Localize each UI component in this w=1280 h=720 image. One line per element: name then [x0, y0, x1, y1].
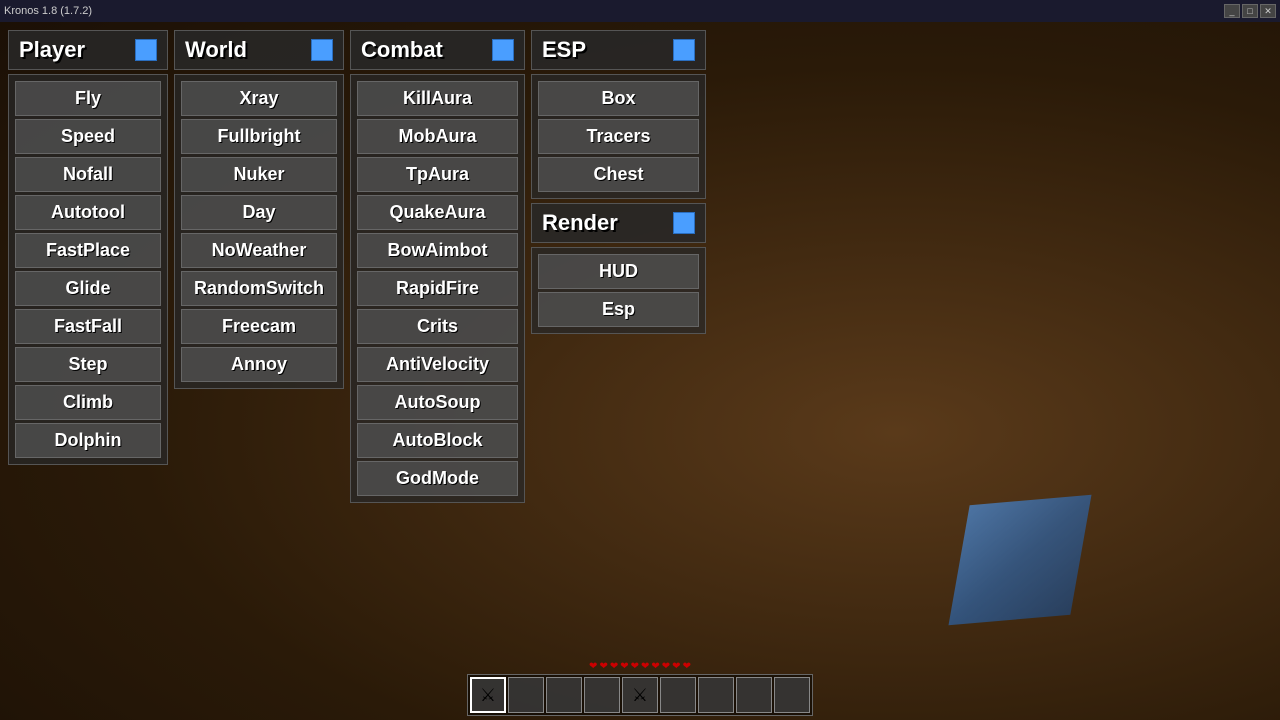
panel-combat-title: Combat	[361, 37, 443, 63]
world-item-annoy[interactable]: Annoy	[181, 347, 337, 382]
heart-8: ❤	[662, 661, 670, 672]
panel-player-title: Player	[19, 37, 85, 63]
combat-item-mobaura[interactable]: MobAura	[357, 119, 518, 154]
combat-item-autosoup[interactable]: AutoSoup	[357, 385, 518, 420]
heart-9: ❤	[672, 661, 680, 672]
titlebar: Kronos 1.8 (1.7.2) _ □ ✕	[0, 0, 1280, 22]
heart-2: ❤	[599, 661, 607, 672]
hotbar-slot-6[interactable]	[660, 677, 696, 713]
titlebar-title: Kronos 1.8 (1.7.2)	[4, 5, 92, 17]
panel-player: Player Fly Speed Nofall Autotool FastPla…	[8, 30, 168, 712]
world-item-freecam[interactable]: Freecam	[181, 309, 337, 344]
heart-4: ❤	[620, 661, 628, 672]
panel-player-header: Player	[8, 30, 168, 70]
heart-10: ❤	[683, 661, 691, 672]
heart-6: ❤	[641, 661, 649, 672]
panel-render-toggle[interactable]	[673, 212, 695, 234]
panel-combat-items: KillAura MobAura TpAura QuakeAura BowAim…	[350, 74, 525, 503]
combat-item-quakeaura[interactable]: QuakeAura	[357, 195, 518, 230]
world-item-nuker[interactable]: Nuker	[181, 157, 337, 192]
hud-bottom: ❤ ❤ ❤ ❤ ❤ ❤ ❤ ❤ ❤ ❤ ⚔ ⚔	[0, 640, 1280, 720]
panel-esp-toggle[interactable]	[673, 39, 695, 61]
hud-hotbar[interactable]: ⚔ ⚔	[467, 674, 813, 716]
combat-item-godmode[interactable]: GodMode	[357, 461, 518, 496]
player-item-speed[interactable]: Speed	[15, 119, 161, 154]
player-item-step[interactable]: Step	[15, 347, 161, 382]
hotbar-slot-9[interactable]	[774, 677, 810, 713]
hotbar-slot-3[interactable]	[546, 677, 582, 713]
esp-item-chest[interactable]: Chest	[538, 157, 699, 192]
player-item-fly[interactable]: Fly	[15, 81, 161, 116]
panel-world: World Xray Fullbright Nuker Day NoWeathe…	[174, 30, 344, 712]
esp-render-container: ESP Box Tracers Chest Render HUD Esp	[531, 30, 706, 712]
player-item-glide[interactable]: Glide	[15, 271, 161, 306]
panel-esp-items: Box Tracers Chest	[531, 74, 706, 199]
heart-5: ❤	[631, 661, 639, 672]
maximize-button[interactable]: □	[1242, 4, 1258, 18]
hotbar-slot-7[interactable]	[698, 677, 734, 713]
hotbar-slot-1[interactable]: ⚔	[470, 677, 506, 713]
panel-player-items: Fly Speed Nofall Autotool FastPlace Glid…	[8, 74, 168, 465]
panel-world-header: World	[174, 30, 344, 70]
panel-combat: Combat KillAura MobAura TpAura QuakeAura…	[350, 30, 525, 712]
render-item-esp[interactable]: Esp	[538, 292, 699, 327]
world-item-day[interactable]: Day	[181, 195, 337, 230]
panel-world-toggle[interactable]	[311, 39, 333, 61]
titlebar-controls[interactable]: _ □ ✕	[1224, 4, 1276, 18]
combat-item-crits[interactable]: Crits	[357, 309, 518, 344]
hotbar-slot-8[interactable]	[736, 677, 772, 713]
panel-render-items: HUD Esp	[531, 247, 706, 334]
esp-item-tracers[interactable]: Tracers	[538, 119, 699, 154]
hotbar-slot-5[interactable]: ⚔	[622, 677, 658, 713]
world-item-xray[interactable]: Xray	[181, 81, 337, 116]
panel-render-header: Render	[531, 203, 706, 243]
combat-item-autoblock[interactable]: AutoBlock	[357, 423, 518, 458]
combat-item-antivelocity[interactable]: AntiVelocity	[357, 347, 518, 382]
panel-esp: ESP Box Tracers Chest	[531, 30, 706, 199]
hotbar-slot-2[interactable]	[508, 677, 544, 713]
world-item-noweather[interactable]: NoWeather	[181, 233, 337, 268]
close-button[interactable]: ✕	[1260, 4, 1276, 18]
sword-icon: ⚔	[480, 685, 496, 706]
render-item-hud[interactable]: HUD	[538, 254, 699, 289]
panel-combat-toggle[interactable]	[492, 39, 514, 61]
minimize-button[interactable]: _	[1224, 4, 1240, 18]
player-item-nofall[interactable]: Nofall	[15, 157, 161, 192]
panel-player-toggle[interactable]	[135, 39, 157, 61]
panel-esp-title: ESP	[542, 37, 586, 63]
player-item-fastplace[interactable]: FastPlace	[15, 233, 161, 268]
panel-world-items: Xray Fullbright Nuker Day NoWeather Rand…	[174, 74, 344, 389]
combat-item-killaura[interactable]: KillAura	[357, 81, 518, 116]
combat-item-bowaimbot[interactable]: BowAimbot	[357, 233, 518, 268]
world-item-randomswitch[interactable]: RandomSwitch	[181, 271, 337, 306]
hotbar-slot-4[interactable]	[584, 677, 620, 713]
player-item-fastfall[interactable]: FastFall	[15, 309, 161, 344]
main-content: Player Fly Speed Nofall Autotool FastPla…	[0, 22, 1280, 720]
heart-3: ❤	[610, 661, 618, 672]
panel-combat-header: Combat	[350, 30, 525, 70]
combat-item-tpaura[interactable]: TpAura	[357, 157, 518, 192]
panel-render-title: Render	[542, 210, 618, 236]
player-item-climb[interactable]: Climb	[15, 385, 161, 420]
panel-esp-header: ESP	[531, 30, 706, 70]
combat-item-rapidfire[interactable]: RapidFire	[357, 271, 518, 306]
world-item-fullbright[interactable]: Fullbright	[181, 119, 337, 154]
hud-health: ❤ ❤ ❤ ❤ ❤ ❤ ❤ ❤ ❤ ❤	[589, 661, 691, 672]
player-item-autotool[interactable]: Autotool	[15, 195, 161, 230]
heart-1: ❤	[589, 661, 597, 672]
player-item-dolphin[interactable]: Dolphin	[15, 423, 161, 458]
panel-render: Render HUD Esp	[531, 203, 706, 334]
esp-item-box[interactable]: Box	[538, 81, 699, 116]
panel-world-title: World	[185, 37, 247, 63]
sword-icon-2: ⚔	[632, 685, 648, 706]
heart-7: ❤	[651, 661, 659, 672]
